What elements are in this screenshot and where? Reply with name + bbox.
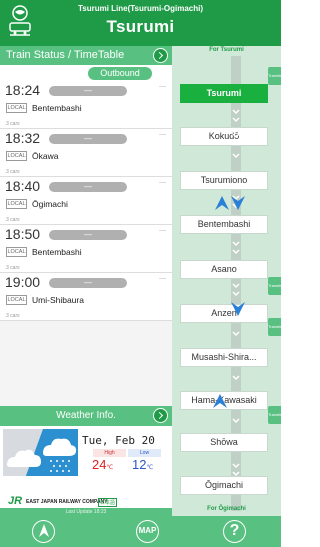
more-indicator: — — [159, 131, 166, 138]
train-type-badge: LOCAL — [6, 103, 27, 113]
train-row[interactable]: 19:00 — — LOCAL Umi-Shibaura 3 cars — [0, 273, 172, 321]
car-count: 3 cars — [6, 217, 20, 223]
map-button[interactable]: MAP — [136, 520, 159, 543]
status-bar: — — [49, 134, 127, 144]
station-kokudo[interactable]: Kokudō — [180, 127, 268, 146]
last-update: Last Update 18:23 — [0, 508, 172, 516]
station-musashi-shiraishi[interactable]: Musashi-Shira... — [180, 348, 268, 367]
direction-toggle[interactable]: Outbound — [88, 67, 152, 80]
station-bentembashi[interactable]: Bentembashi — [180, 215, 268, 234]
station-asano[interactable]: Asano — [180, 260, 268, 279]
car-count: 3 cars — [6, 313, 20, 319]
weather-body: Tue, Feb 20 High Low 24℃ 12℃ — [0, 426, 172, 492]
car-count: 3 cars — [6, 169, 20, 175]
timetable-header[interactable]: Train Status / TimeTable — [0, 46, 172, 65]
car-count: 3 cars — [6, 265, 20, 271]
route-panel: For Tsurumi Tsurumi Kokudō Tsurumiono Be… — [172, 46, 283, 516]
train-type-badge: LOCAL — [6, 295, 27, 305]
company-name: EAST JAPAN RAILWAY COMPANY — [26, 499, 108, 505]
train-marker-down-icon[interactable] — [229, 300, 247, 318]
header: Tsurumi Line(Tsurumi-Ogimachi) Tsurumi — [0, 0, 281, 46]
train-type-badge: LOCAL — [6, 247, 27, 257]
transfer-badge[interactable]: Transfer — [268, 67, 283, 85]
high-temp: 24℃ — [92, 457, 114, 472]
direction-label-top: For Tsurumi — [209, 47, 244, 53]
cloudy-rain-icon — [3, 429, 78, 476]
train-row[interactable]: 18:50 — — LOCAL Bentembashi 3 cars — [0, 225, 172, 273]
transfer-badge[interactable]: Transfer — [268, 318, 283, 336]
jr-logo: JR — [8, 495, 23, 507]
more-indicator: — — [159, 275, 166, 282]
line-name: Tsurumi Line(Tsurumi-Ogimachi) — [77, 4, 204, 13]
train-row[interactable]: 18:40 — — LOCAL Ōgimachi 3 cars — [0, 177, 172, 225]
train-row[interactable]: 18:24 — — LOCAL Bentembashi 3 cars — [0, 81, 172, 129]
station-tsurumiono[interactable]: Tsurumiono — [180, 171, 268, 190]
direction-label-bottom: For Ōgimachi — [207, 506, 246, 512]
high-label: High — [93, 449, 126, 457]
low-label: Low — [128, 449, 161, 457]
help-button[interactable]: ? — [223, 520, 246, 543]
departure-time: 19:00 — [5, 274, 41, 290]
departure-time: 18:40 — [5, 178, 41, 194]
train-marker-up-icon[interactable] — [211, 392, 229, 410]
chevron-right-icon[interactable] — [153, 48, 168, 63]
transfer-badge[interactable]: Transfer — [268, 277, 283, 295]
direction-row: Outbound — [0, 65, 172, 81]
station-ogimachi[interactable]: Ōgimachi — [180, 476, 268, 495]
train-row[interactable]: 18:32 — — LOCAL Ōkawa 3 cars — [0, 129, 172, 177]
station-showa[interactable]: Shōwa — [180, 433, 268, 452]
more-indicator: — — [159, 227, 166, 234]
app-root: Tsurumi Line(Tsurumi-Ogimachi) Tsurumi T… — [0, 0, 283, 547]
status-bar: — — [49, 278, 127, 288]
weather-panel: Weather Info. Tue, Feb 20 High Low 24℃ 1… — [0, 406, 172, 516]
timetable-title: Train Status / TimeTable — [6, 49, 125, 61]
destination: Umi-Shibaura — [32, 295, 84, 305]
transfer-badge[interactable]: Transfer — [268, 406, 283, 424]
destination: Ōkawa — [32, 151, 59, 161]
language-button[interactable]: 日本語 — [98, 498, 118, 507]
station-tsurumi[interactable]: Tsurumi — [180, 84, 268, 103]
train-type-badge: LOCAL — [6, 151, 27, 161]
destination: Ōgimachi — [32, 199, 68, 209]
destination: Bentembashi — [32, 247, 82, 257]
high-low-labels: High Low — [93, 449, 165, 457]
destination: Bentembashi — [32, 103, 82, 113]
train-marker-down-icon[interactable] — [229, 194, 247, 212]
page-title: Tsurumi — [106, 17, 175, 36]
weather-title: Weather Info. — [56, 410, 116, 421]
car-count: 3 cars — [6, 121, 20, 127]
navigate-icon[interactable] — [32, 520, 55, 543]
low-temp: 12℃ — [132, 457, 154, 472]
weather-header[interactable]: Weather Info. — [0, 406, 172, 426]
status-bar: — — [49, 86, 127, 96]
train-type-badge: LOCAL — [6, 199, 27, 209]
more-indicator: — — [159, 179, 166, 186]
status-bar: — — [49, 182, 127, 192]
more-indicator: — — [159, 83, 166, 90]
departure-time: 18:32 — [5, 130, 41, 146]
chevron-right-icon[interactable] — [153, 408, 168, 423]
weather-date: Tue, Feb 20 — [82, 434, 155, 447]
station-anzen[interactable]: Anzen — [180, 304, 268, 323]
bottom-bar: MAP ? — [0, 516, 281, 547]
departure-time: 18:24 — [5, 82, 41, 98]
status-bar: — — [49, 230, 127, 240]
departure-time: 18:50 — [5, 226, 41, 242]
